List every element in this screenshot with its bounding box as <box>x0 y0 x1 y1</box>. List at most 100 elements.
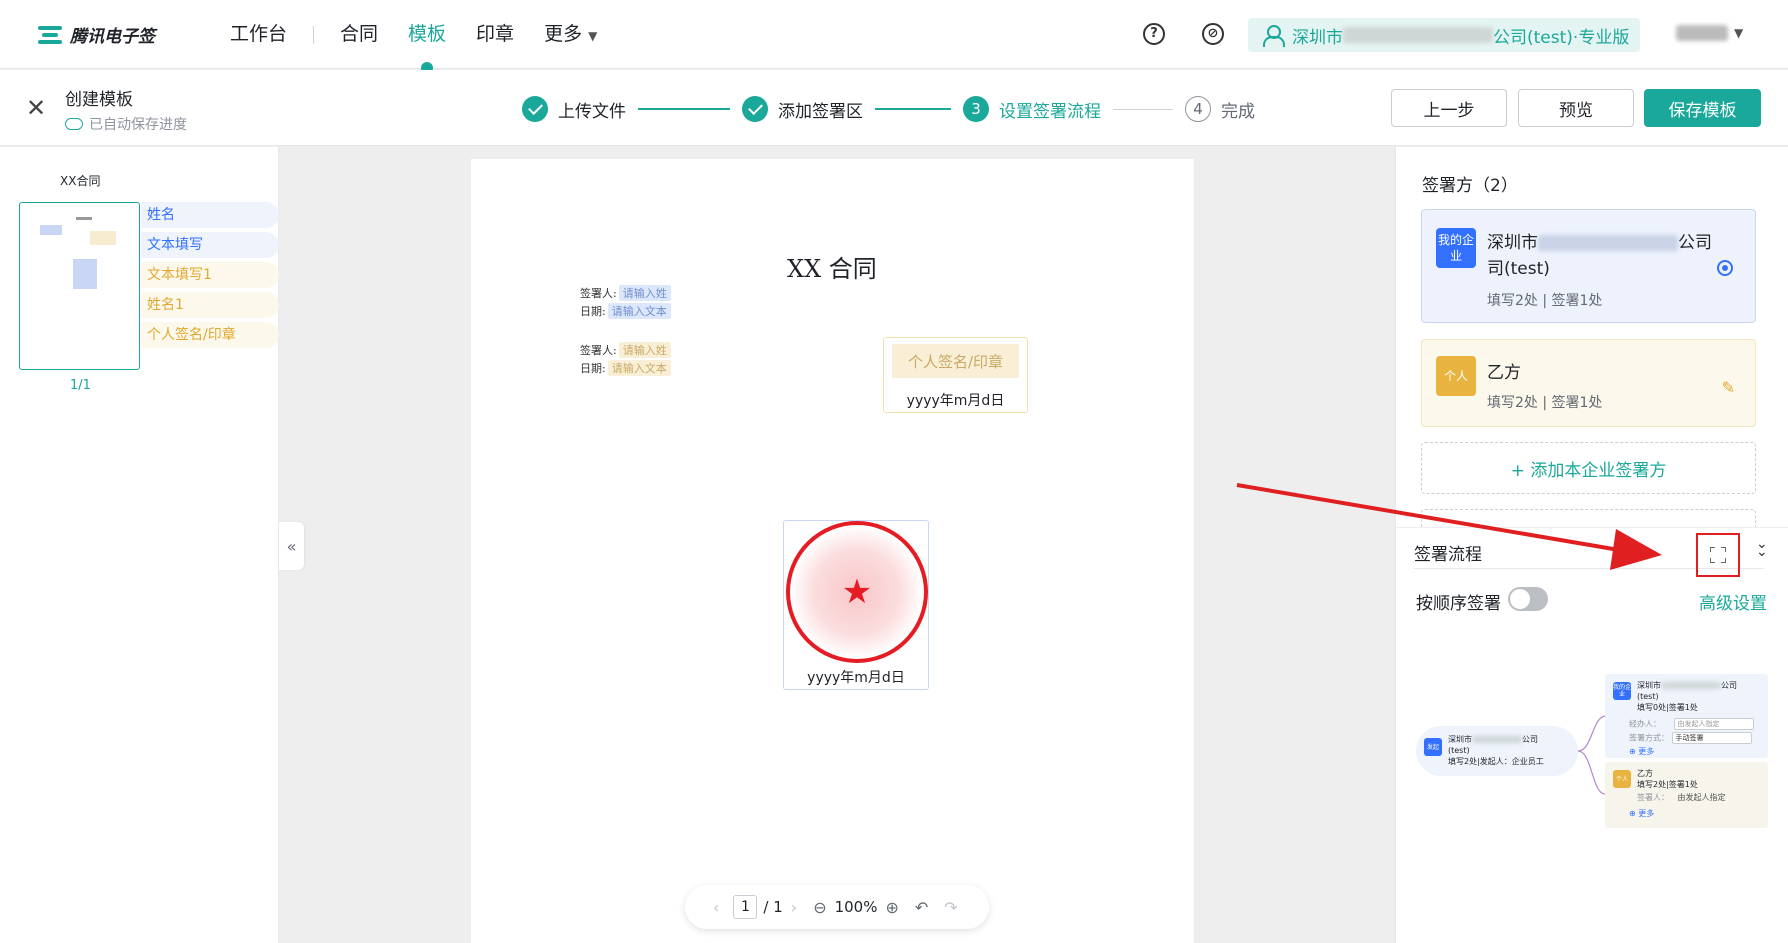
logo[interactable]: 腾讯电子签 <box>38 22 155 47</box>
settings-gear-icon[interactable] <box>1717 260 1733 276</box>
sign-method-label: 签署方式： <box>1629 733 1669 743</box>
page-thumbnail[interactable] <box>19 202 140 370</box>
flow-node-person[interactable]: 个人 乙方 填写2处|签署1处 签署人： 由发起人指定 ⊕ 更多 <box>1605 762 1768 828</box>
initiator-badge: 发起 <box>1424 738 1442 756</box>
nav-contracts[interactable]: 合同 <box>340 0 378 69</box>
logo-icon <box>38 24 62 46</box>
page-number-input[interactable]: 1 <box>733 895 758 919</box>
flow-company-name-redacted <box>1661 682 1721 689</box>
nav-workbench[interactable]: 工作台 <box>230 0 287 69</box>
step-4-label: 完成 <box>1221 101 1255 122</box>
company-signer-name: 深圳市 公司 司(test) <box>1487 230 1717 282</box>
person-signer-value: 由发起人指定 <box>1677 793 1726 802</box>
page-thumbnail-panel: XX合同 1/1 姓名 文本填写 文本填写1 姓名1 个人签名/印章 <box>0 147 279 943</box>
operator-select[interactable]: 由发起人指定 <box>1673 718 1754 730</box>
edit-pencil-icon[interactable]: ✎ <box>1722 378 1735 397</box>
initiator-name-line2: (test) <box>1448 746 1470 755</box>
next-page-icon[interactable]: › <box>791 898 797 917</box>
save-template-button[interactable]: 保存模板 <box>1644 89 1761 127</box>
company-signer-meta: 填写2处 | 签署1处 <box>1487 293 1603 309</box>
date-line-1: 日期: 请输入文本 <box>580 303 671 319</box>
flow-person-info: 乙方 填写2处|签署1处 <box>1637 768 1765 790</box>
company-more-link[interactable]: ⊕ 更多 <box>1629 746 1654 757</box>
add-signer-button-partial[interactable] <box>1421 509 1756 529</box>
seal-stamp-icon: ★ <box>786 521 928 663</box>
field-item-name1[interactable]: 姓名1 <box>141 292 279 318</box>
flow-company-meta: 填写0处|签署1处 <box>1637 703 1698 712</box>
name1-field-placeholder[interactable]: 请输入姓 <box>618 342 671 358</box>
flow-person-meta: 填写2处|签署1处 <box>1637 780 1698 789</box>
initiator-name-suffix: 公司 <box>1522 735 1538 744</box>
user-name-redacted <box>1676 25 1728 41</box>
signer-line-2: 签署人: 请输入姓 <box>580 342 671 358</box>
page-count: 1/1 <box>70 378 91 393</box>
step-connector <box>875 108 951 110</box>
step-1-check-icon <box>522 96 548 122</box>
add-company-signer-button[interactable]: + 添加本企业签署方 <box>1421 442 1756 494</box>
date-label: 日期: <box>580 305 606 318</box>
top-navbar: 腾讯电子签 工作台 合同 模板 印章 更多 ▼ ? ⊘ 深圳市 公司(test)·… <box>0 0 1788 74</box>
initiator-name-redacted <box>1472 736 1522 743</box>
field-item-name[interactable]: 姓名 <box>141 202 279 228</box>
nav-more-label: 更多 <box>544 23 583 45</box>
flow-company-name-line2: (test) <box>1637 692 1659 701</box>
field-item-text1[interactable]: 文本填写1 <box>141 262 279 288</box>
page-total: / 1 <box>763 898 783 916</box>
signer-label: 签署人: <box>580 344 617 357</box>
initiator-name-prefix: 深圳市 <box>1448 735 1472 744</box>
signer-label: 签署人: <box>580 287 617 300</box>
personal-signature-area[interactable]: 个人签名/印章 yyyy年m月d日 <box>883 337 1028 413</box>
double-chevron-left-icon: « <box>286 536 297 556</box>
signer-card-person[interactable]: 个人 乙方 填写2处 | 签署1处 ✎ <box>1421 339 1756 427</box>
zoom-out-icon[interactable]: ⊖ <box>813 898 826 917</box>
flow-node-initiator[interactable]: 发起 深圳市 公司 (test) 填写2处|发起人：企业员工 <box>1416 726 1578 776</box>
help-icon[interactable]: ? <box>1143 23 1165 45</box>
nav-templates[interactable]: 模板 <box>408 0 446 74</box>
link-icon[interactable]: ⊘ <box>1202 23 1224 45</box>
prev-page-icon[interactable]: ‹ <box>713 898 719 917</box>
flow-node-company[interactable]: 我的企业 深圳市 公司 (test) 填写0处|签署1处 经办人： 由发起人指定 … <box>1605 674 1768 758</box>
company-badge: 我的企业 <box>1436 228 1476 268</box>
date-label: 日期: <box>580 362 606 375</box>
person-signer-name: 乙方 <box>1487 363 1521 383</box>
prev-step-button[interactable]: 上一步 <box>1391 89 1507 127</box>
company-seal-area[interactable]: ★ yyyy年m月d日 <box>783 520 929 690</box>
nav-seals[interactable]: 印章 <box>476 0 514 69</box>
operator-label: 经办人： <box>1629 719 1661 729</box>
company-user-icon <box>1262 25 1285 47</box>
company-switcher[interactable]: 深圳市 公司(test)·专业版 <box>1248 18 1640 52</box>
operator-row: 经办人： 由发起人指定 <box>1629 718 1754 730</box>
person-more-link[interactable]: ⊕ 更多 <box>1629 808 1654 819</box>
undo-icon[interactable]: ↶ <box>915 898 928 917</box>
zoom-in-icon[interactable]: ⊕ <box>885 898 898 917</box>
step-3-number: 3 <box>963 96 989 122</box>
flow-company-info: 深圳市 公司 (test) 填写0处|签署1处 <box>1637 680 1765 713</box>
redo-icon[interactable]: ↷ <box>944 898 957 917</box>
preview-button[interactable]: 预览 <box>1518 89 1634 127</box>
close-icon[interactable]: ✕ <box>26 96 46 120</box>
flow-company-name-suffix: 公司 <box>1721 681 1737 690</box>
step-3-label: 设置签署流程 <box>999 101 1101 122</box>
step-header: ✕ 创建模板 已自动保存进度 上传文件 添加签署区 3 设置签署流程 4 完成 … <box>0 70 1788 146</box>
cloud-check-icon <box>65 118 83 130</box>
stepper: 上传文件 添加签署区 3 设置签署流程 4 完成 <box>522 95 1255 123</box>
company-name-suffix: 公司 <box>1678 233 1712 253</box>
flow-company-name-prefix: 深圳市 <box>1637 681 1661 690</box>
zoom-level: 100% <box>834 898 878 916</box>
flow-person-badge: 个人 <box>1613 770 1631 788</box>
field-item-text[interactable]: 文本填写 <box>141 232 279 258</box>
signer-card-company[interactable]: 我的企业 深圳市 公司 司(test) 填写2处 | 签署1处 <box>1421 209 1756 323</box>
field-item-signature[interactable]: 个人签名/印章 <box>141 322 279 348</box>
text1-field-placeholder[interactable]: 请输入文本 <box>607 360 671 376</box>
step-connector <box>1113 108 1173 110</box>
collapse-panel-button[interactable]: « <box>279 522 304 570</box>
nav-divider <box>313 25 315 44</box>
person-badge: 个人 <box>1436 356 1476 396</box>
text-field-placeholder[interactable]: 请输入文本 <box>607 303 671 319</box>
step-1-label: 上传文件 <box>558 101 626 122</box>
sign-method-select[interactable]: 手动签署 <box>1671 732 1752 744</box>
nav-more[interactable]: 更多 ▼ <box>544 0 597 69</box>
step-connector <box>638 108 730 110</box>
user-menu[interactable]: ▼ <box>1676 25 1743 41</box>
name-field-placeholder[interactable]: 请输入姓 <box>618 285 671 301</box>
